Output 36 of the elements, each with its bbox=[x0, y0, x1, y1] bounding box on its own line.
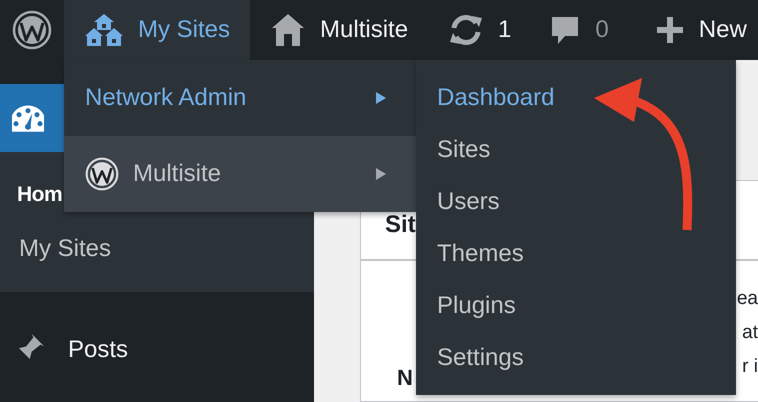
admin-bar-item[interactable]: 1 bbox=[428, 0, 532, 60]
submenu-item[interactable]: My Sites bbox=[19, 224, 112, 274]
home-icon bbox=[270, 12, 306, 48]
sidebar-menu-item[interactable]: Posts bbox=[0, 316, 314, 384]
admin-bar-item[interactable]: Multisite bbox=[250, 0, 428, 60]
card-title: Sit bbox=[385, 211, 416, 239]
menu-label: Posts bbox=[68, 336, 128, 364]
submenu-item[interactable]: Users bbox=[437, 188, 500, 216]
admin-bar-item[interactable]: 0 bbox=[531, 0, 635, 60]
submenu-item[interactable]: Dashboard bbox=[437, 84, 554, 112]
caret-icon bbox=[376, 92, 386, 104]
submenu-item[interactable]: Sites bbox=[437, 136, 490, 164]
refresh-icon bbox=[448, 12, 484, 48]
card-text: r i bbox=[742, 355, 758, 379]
comment-count: 0 bbox=[595, 16, 609, 44]
wordpress-logo-icon bbox=[12, 10, 52, 50]
admin-bar-label: My Sites bbox=[138, 16, 230, 44]
gauge-icon bbox=[12, 104, 44, 132]
admin-bar-item[interactable]: My Sites bbox=[64, 0, 250, 60]
card-text: N bbox=[397, 364, 413, 392]
update-count: 1 bbox=[498, 16, 512, 44]
card-text: ea bbox=[736, 287, 758, 311]
submenu-item[interactable]: Themes bbox=[437, 240, 524, 268]
submenu-item[interactable]: Plugins bbox=[437, 292, 516, 320]
caret-icon bbox=[376, 168, 386, 180]
dropdown-menu-item[interactable]: Network Admin bbox=[64, 60, 416, 136]
houses-icon bbox=[84, 12, 124, 48]
card-text: at bbox=[742, 321, 758, 345]
wordpress-logo-icon bbox=[85, 157, 119, 191]
plus-icon bbox=[654, 15, 685, 45]
admin-bar-label: Multisite bbox=[320, 16, 408, 44]
dropdown-menu-item[interactable]: Multisite bbox=[64, 136, 416, 212]
submenu-item[interactable]: Hom bbox=[17, 170, 62, 220]
admin-bar-label: New bbox=[698, 16, 747, 44]
admin-bar-item[interactable]: New bbox=[634, 0, 758, 60]
submenu-item[interactable]: Settings bbox=[437, 344, 524, 372]
